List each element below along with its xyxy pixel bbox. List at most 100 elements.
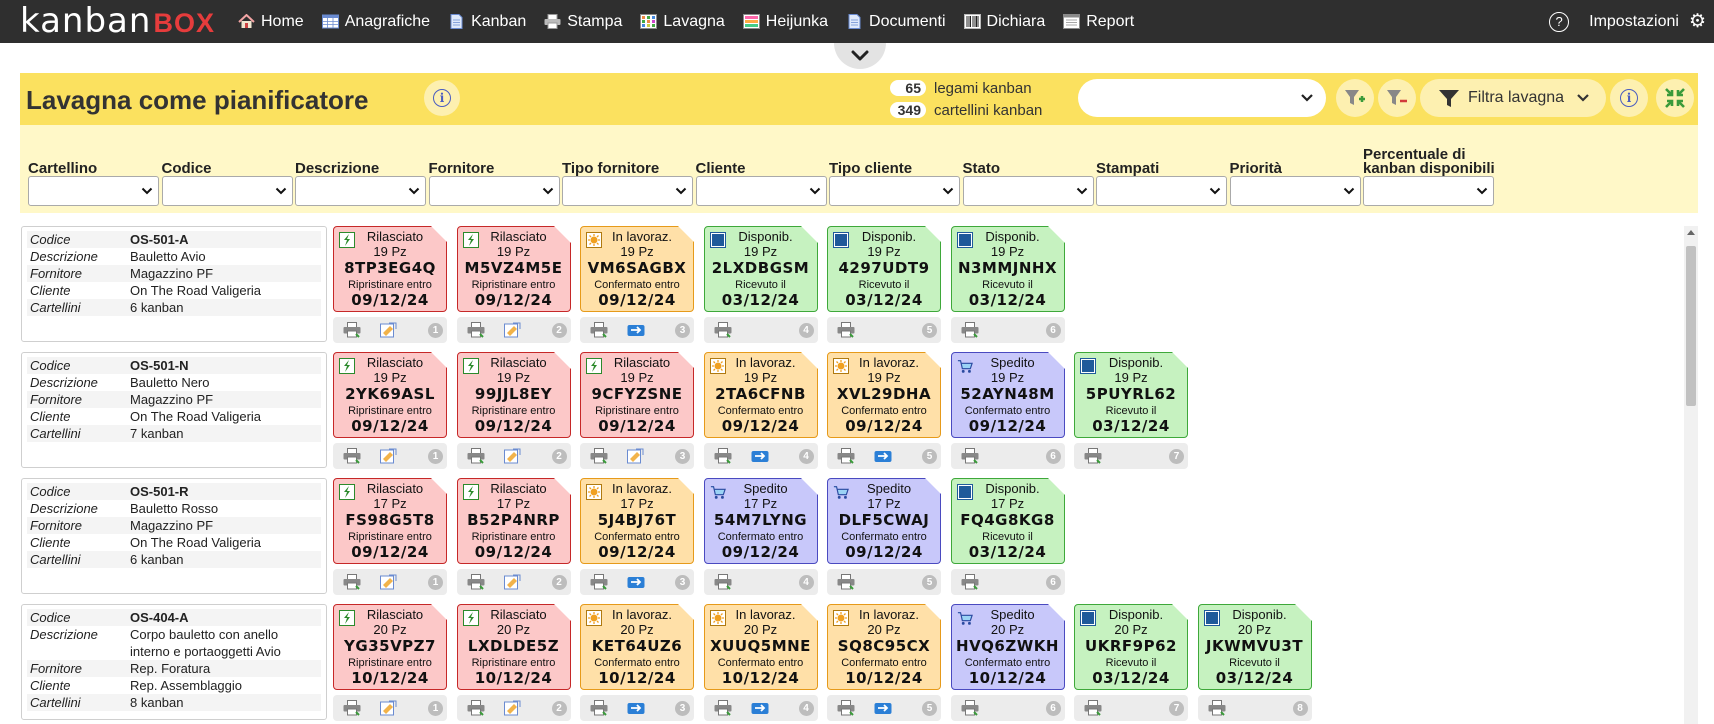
print-icon[interactable] — [714, 322, 732, 338]
edit-icon[interactable] — [380, 574, 398, 590]
kanban-card[interactable]: Disponib. 19 Pz 4297UDT9 Ricevuto il 03/12/2… — [827, 226, 942, 312]
kanban-card[interactable]: In lavoraz. 19 Pz VM6SAGBX Confermato entro… — [580, 226, 695, 312]
ship-icon[interactable] — [627, 322, 645, 338]
nav-item-dichiara[interactable]: Dichiara — [963, 13, 1045, 31]
kanban-card[interactable]: In lavoraz. 19 Pz 2TA6CFNB Confermato entro… — [703, 351, 818, 438]
nav-item-kanban[interactable]: Kanban — [448, 13, 526, 31]
kanban-card[interactable]: Disponib. 19 Pz 5PUYRL62 Ricevuto il 03/12/2… — [1074, 351, 1189, 438]
nav-item-report[interactable]: Report — [1063, 13, 1134, 31]
help-icon[interactable]: ? — [1549, 11, 1570, 32]
ship-icon[interactable] — [874, 448, 892, 464]
kanban-card[interactable]: In lavoraz. 19 Pz XVL29DHA Confermato entro… — [827, 351, 942, 438]
edit-icon[interactable] — [627, 448, 645, 464]
kanban-card[interactable]: Rilasciato 19 Pz 9CFYZSNE Ripristinare entr… — [580, 351, 695, 438]
item-info-box[interactable]: Codice OS-501-N Descrizione Bauletto Nero Fo… — [21, 352, 327, 468]
print-icon[interactable] — [714, 574, 732, 590]
kanban-card[interactable]: In lavoraz. 20 Pz KET64UZ6 Confermato entro… — [580, 603, 695, 690]
expand-button[interactable] — [1656, 79, 1694, 117]
print-icon[interactable] — [837, 448, 855, 464]
kanban-card[interactable]: Spedito 17 Pz DLF5CWAJ Confermato entro 09/1… — [827, 477, 942, 564]
board-info-button[interactable]: i — [1610, 79, 1648, 117]
print-icon[interactable] — [961, 448, 979, 464]
print-icon[interactable] — [343, 700, 361, 716]
ship-icon[interactable] — [751, 448, 769, 464]
add-filter-button[interactable] — [1336, 79, 1374, 117]
kanban-card[interactable]: Disponib. 17 Pz FQ4G8KG8 Ricevuto il 03/12/2… — [950, 477, 1065, 564]
vertical-scrollbar[interactable] — [1684, 226, 1698, 724]
print-icon[interactable] — [1084, 700, 1102, 716]
edit-icon[interactable] — [503, 322, 522, 338]
kanban-card[interactable]: Spedito 19 Pz 52AYN48M Confermato entro 09/1… — [950, 351, 1065, 438]
filter-select[interactable] — [295, 176, 426, 206]
print-icon[interactable] — [343, 322, 361, 338]
print-icon[interactable] — [714, 448, 732, 464]
nav-item-heijunka[interactable]: Heijunka — [742, 13, 828, 31]
filter-select[interactable] — [1096, 176, 1227, 206]
print-icon[interactable] — [1084, 448, 1102, 464]
remove-filter-button[interactable] — [1378, 79, 1416, 117]
filter-select[interactable] — [829, 176, 960, 206]
ship-icon[interactable] — [874, 700, 892, 716]
print-icon[interactable] — [467, 448, 485, 464]
print-icon[interactable] — [837, 700, 855, 716]
edit-icon[interactable] — [503, 574, 522, 590]
filter-select[interactable] — [1229, 176, 1361, 206]
item-info-box[interactable]: Codice OS-501-R Descrizione Bauletto Rosso F… — [21, 478, 327, 594]
ship-icon[interactable] — [627, 700, 645, 716]
nav-item-anagrafiche[interactable]: Anagrafiche — [321, 13, 430, 31]
nav-item-stampa[interactable]: Stampa — [544, 13, 622, 31]
print-icon[interactable] — [343, 448, 361, 464]
kanban-card[interactable]: In lavoraz. 20 Pz SQ8C95CX Confermato entro… — [827, 603, 942, 690]
kanban-card[interactable]: Rilasciato 17 Pz FS98G5T8 Ripristinare entr… — [333, 477, 448, 564]
kanban-card[interactable]: Rilasciato 19 Pz 2YK69ASL Ripristinare entr… — [333, 351, 448, 438]
print-icon[interactable] — [590, 448, 608, 464]
print-icon[interactable] — [961, 322, 979, 338]
print-icon[interactable] — [837, 322, 855, 338]
kanban-card[interactable]: Rilasciato 19 Pz 99JJL8EY Ripristinare entr… — [456, 351, 571, 438]
collapse-header-button[interactable] — [834, 43, 886, 69]
kanban-card[interactable]: Rilasciato 17 Pz B52P4NRP Ripristinare entr… — [456, 477, 571, 564]
print-icon[interactable] — [467, 322, 485, 338]
kanban-card[interactable]: In lavoraz. 20 Pz XUUQ5MNE Confermato entro… — [703, 603, 818, 690]
kanban-card[interactable]: Disponib. 19 Pz N3MMJNHX Ricevuto il 03/12/2… — [950, 226, 1065, 312]
kanban-card[interactable]: Disponib. 20 Pz UKRF9P62 Ricevuto il 03/12/2… — [1074, 603, 1189, 690]
print-icon[interactable] — [467, 700, 485, 716]
nav-item-documenti[interactable]: Documenti — [846, 13, 946, 31]
gear-icon[interactable]: ⚙ — [1689, 10, 1706, 33]
item-info-box[interactable]: Codice OS-501-A Descrizione Bauletto Avio Fo… — [21, 226, 327, 342]
print-icon[interactable] — [1208, 700, 1226, 716]
kanban-card[interactable]: Spedito 17 Pz 54M7LYNG Confermato entro 09/1… — [703, 477, 818, 564]
kanban-card[interactable]: Rilasciato 20 Pz LXDLDE5Z Ripristinare entr… — [456, 603, 571, 690]
edit-icon[interactable] — [503, 448, 522, 464]
board-select[interactable] — [1078, 79, 1326, 117]
print-icon[interactable] — [961, 700, 979, 716]
kanban-card[interactable]: Disponib. 20 Pz JKWMVU3T Ricevuto il 03/12/2… — [1197, 603, 1312, 690]
filter-select[interactable] — [695, 176, 827, 206]
edit-icon[interactable] — [380, 448, 398, 464]
print-icon[interactable] — [467, 574, 485, 590]
filter-select[interactable] — [28, 176, 159, 206]
scroll-thumb[interactable] — [1686, 246, 1696, 406]
print-icon[interactable] — [343, 574, 361, 590]
item-info-box[interactable]: Codice OS-404-A Descrizione Corpo bauletto … — [21, 604, 327, 720]
kanban-card[interactable]: Spedito 20 Pz HVQ6ZWKH Confermato entro 10/1… — [950, 603, 1065, 690]
kanban-card[interactable]: Rilasciato 19 Pz 8TP3EG4Q Ripristinare entr… — [333, 226, 448, 312]
scroll-up-arrow[interactable] — [1687, 230, 1695, 235]
ship-icon[interactable] — [627, 574, 645, 590]
settings-link[interactable]: Impostazioni — [1589, 13, 1679, 31]
filtra-lavagna-button[interactable]: Filtra lavagna — [1420, 79, 1606, 117]
filter-select[interactable] — [1363, 176, 1494, 206]
print-icon[interactable] — [590, 322, 608, 338]
nav-item-lavagna[interactable]: Lavagna — [640, 13, 725, 31]
filter-select[interactable] — [161, 176, 293, 206]
kanban-card[interactable]: Rilasciato 19 Pz M5VZ4M5E Ripristinare entr… — [456, 226, 571, 312]
filter-select[interactable] — [428, 176, 560, 206]
print-icon[interactable] — [590, 700, 608, 716]
nav-item-home[interactable]: Home — [238, 13, 304, 31]
edit-icon[interactable] — [380, 322, 398, 338]
ship-icon[interactable] — [751, 700, 769, 716]
edit-icon[interactable] — [380, 700, 398, 716]
kanban-card[interactable]: Disponib. 19 Pz 2LXDBGSM Ricevuto il 03/12/2… — [703, 226, 818, 312]
filter-select[interactable] — [562, 176, 693, 206]
kanbanbox-logo[interactable]: kanban BOX — [20, 1, 215, 41]
